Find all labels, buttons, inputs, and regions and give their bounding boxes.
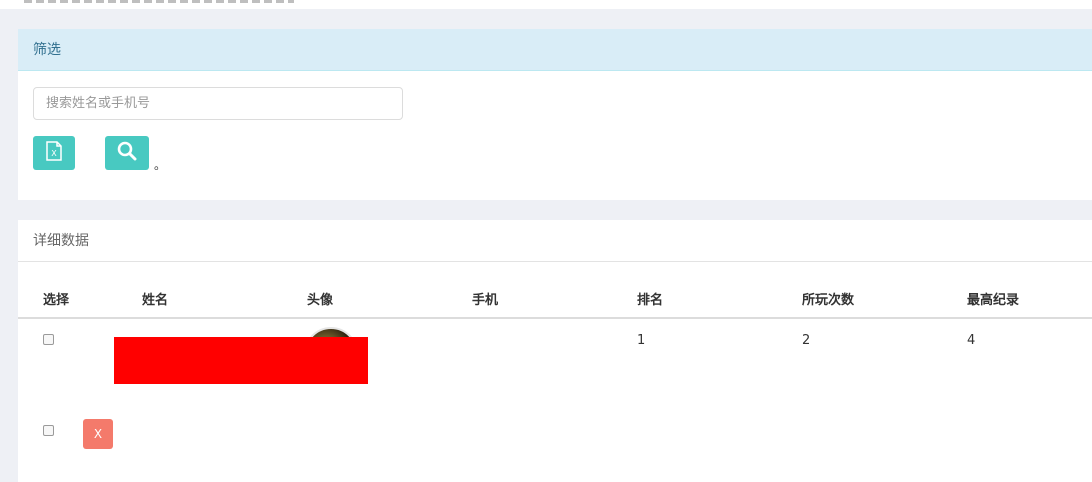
redaction-block [114, 337, 368, 384]
column-header-select: 选择 [43, 293, 70, 308]
breadcrumb-trail [24, 0, 294, 4]
column-header-rank: 排名 [637, 293, 664, 308]
table-header: 选择 姓名 头像 手机 排名 所玩次数 最高纪录 [18, 277, 1092, 319]
svg-text:X: X [51, 149, 57, 158]
column-header-plays: 所玩次数 [802, 293, 855, 308]
column-header-phone: 手机 [472, 293, 499, 308]
excel-icon: X [45, 141, 63, 165]
column-header-name: 姓名 [142, 293, 169, 308]
row-plays: 2 [802, 333, 811, 348]
detail-panel: 详细数据 选择 姓名 头像 手机 排名 所玩次数 最高纪录 1 2 4 X [18, 220, 1092, 482]
filter-panel: 筛选 X 。 [18, 29, 1092, 200]
detail-panel-title: 详细数据 [18, 220, 1092, 262]
select-all-checkbox[interactable] [43, 425, 54, 436]
column-header-record: 最高纪录 [967, 293, 1020, 308]
row-select-checkbox[interactable] [43, 334, 54, 345]
column-header-avatar: 头像 [307, 293, 334, 308]
search-button[interactable] [105, 136, 149, 170]
filter-panel-title: 筛选 [18, 29, 1092, 71]
search-input[interactable] [33, 87, 403, 120]
row-rank: 1 [637, 333, 646, 348]
row-record: 4 [967, 333, 976, 348]
trailing-mark: 。 [154, 158, 167, 172]
export-excel-button[interactable]: X [33, 136, 75, 170]
delete-selected-button[interactable]: X [83, 419, 113, 449]
breadcrumb [0, 0, 1092, 9]
search-icon [117, 141, 137, 165]
